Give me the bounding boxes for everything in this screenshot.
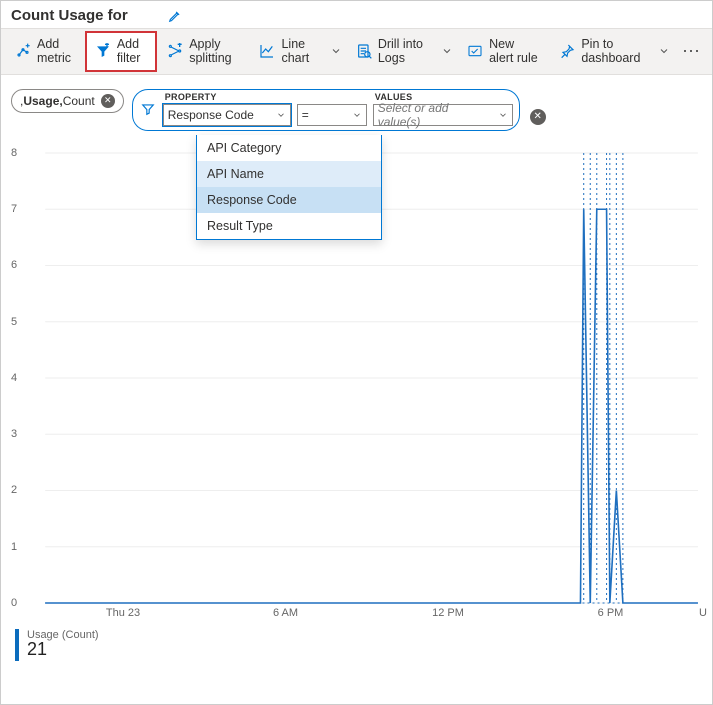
add-filter-icon	[95, 42, 111, 60]
operator-label	[299, 92, 367, 102]
drill-logs-icon	[356, 42, 372, 60]
property-select[interactable]: Response Code	[163, 104, 291, 126]
add-filter-button[interactable]: Add filter	[85, 31, 157, 72]
metric-pill-remove-icon[interactable]: ✕	[101, 94, 115, 108]
y-tick-label: 7	[11, 203, 17, 215]
line-chart-label: Line chart	[281, 37, 315, 66]
values-select[interactable]: Select or add value(s)	[373, 104, 513, 126]
property-label: PROPERTY	[165, 92, 291, 102]
legend-swatch	[15, 629, 19, 661]
chevron-down-icon	[346, 110, 362, 120]
apply-splitting-label: Apply splitting	[189, 37, 239, 66]
operator-value: =	[302, 108, 309, 122]
y-tick-label: 4	[11, 372, 17, 384]
add-metric-button[interactable]: Add metric	[5, 31, 85, 72]
x-tick-label: U	[699, 607, 707, 619]
chart-legend: Usage (Count) 21	[1, 623, 712, 667]
y-tick-label: 8	[11, 147, 17, 159]
pin-dashboard-button[interactable]: Pin to dashboard	[549, 31, 654, 72]
toolbar: Add metric Add filter Apply splitting Li…	[1, 28, 712, 75]
pin-dashboard-chevron[interactable]	[654, 31, 674, 72]
pin-dashboard-label: Pin to dashboard	[581, 37, 644, 66]
property-dropdown: API CategoryAPI NameResponse CodeResult …	[196, 135, 382, 240]
values-placeholder: Select or add value(s)	[378, 101, 492, 129]
chevron-down-icon	[270, 110, 286, 120]
filter-icon	[139, 102, 157, 116]
edit-title-icon[interactable]	[168, 9, 182, 23]
y-tick-label: 0	[11, 597, 17, 609]
legend-series-value: 21	[27, 639, 99, 660]
alert-icon	[467, 42, 483, 60]
metric-pill-name: Usage,	[23, 94, 62, 108]
drill-logs-label: Drill into Logs	[378, 37, 427, 66]
apply-splitting-button[interactable]: Apply splitting	[157, 31, 249, 72]
dropdown-item[interactable]: API Name	[197, 161, 381, 187]
filter-remove-icon[interactable]: ✕	[530, 109, 546, 125]
x-tick-label: 6 PM	[598, 607, 624, 619]
dropdown-item[interactable]: Result Type	[197, 213, 381, 239]
dropdown-item[interactable]: API Category	[197, 135, 381, 161]
metric-pill-agg: Count	[63, 94, 95, 108]
add-metric-label: Add metric	[37, 37, 75, 66]
x-tick-label: 12 PM	[432, 607, 464, 619]
add-metric-icon	[15, 42, 31, 60]
pin-icon	[559, 42, 575, 60]
y-tick-label: 1	[11, 541, 17, 553]
dropdown-item[interactable]: Response Code	[197, 187, 381, 213]
drill-logs-button[interactable]: Drill into Logs	[346, 31, 437, 72]
new-alert-label: New alert rule	[489, 37, 539, 66]
chevron-down-icon	[492, 110, 508, 120]
y-tick-label: 2	[11, 484, 17, 496]
drill-logs-chevron[interactable]	[437, 31, 457, 72]
x-tick-label: 6 AM	[273, 607, 298, 619]
page-title: Count Usage for	[11, 7, 128, 24]
line-chart-chevron[interactable]	[326, 31, 346, 72]
y-tick-label: 6	[11, 259, 17, 271]
filter-builder-pill: PROPERTY Response Code = VALUES Select o…	[132, 89, 520, 131]
new-alert-button[interactable]: New alert rule	[457, 31, 549, 72]
split-icon	[167, 42, 183, 60]
y-tick-label: 5	[11, 316, 17, 328]
y-tick-label: 3	[11, 428, 17, 440]
add-filter-label: Add filter	[117, 37, 147, 66]
line-chart-icon	[259, 42, 275, 60]
operator-select[interactable]: =	[297, 104, 367, 126]
property-value: Response Code	[168, 108, 254, 122]
line-chart-button[interactable]: Line chart	[249, 31, 325, 72]
x-tick-label: Thu 23	[106, 607, 140, 619]
metric-pill[interactable]: , Usage, Count ✕	[11, 89, 124, 113]
toolbar-more-button[interactable]: ⋯	[674, 31, 708, 72]
